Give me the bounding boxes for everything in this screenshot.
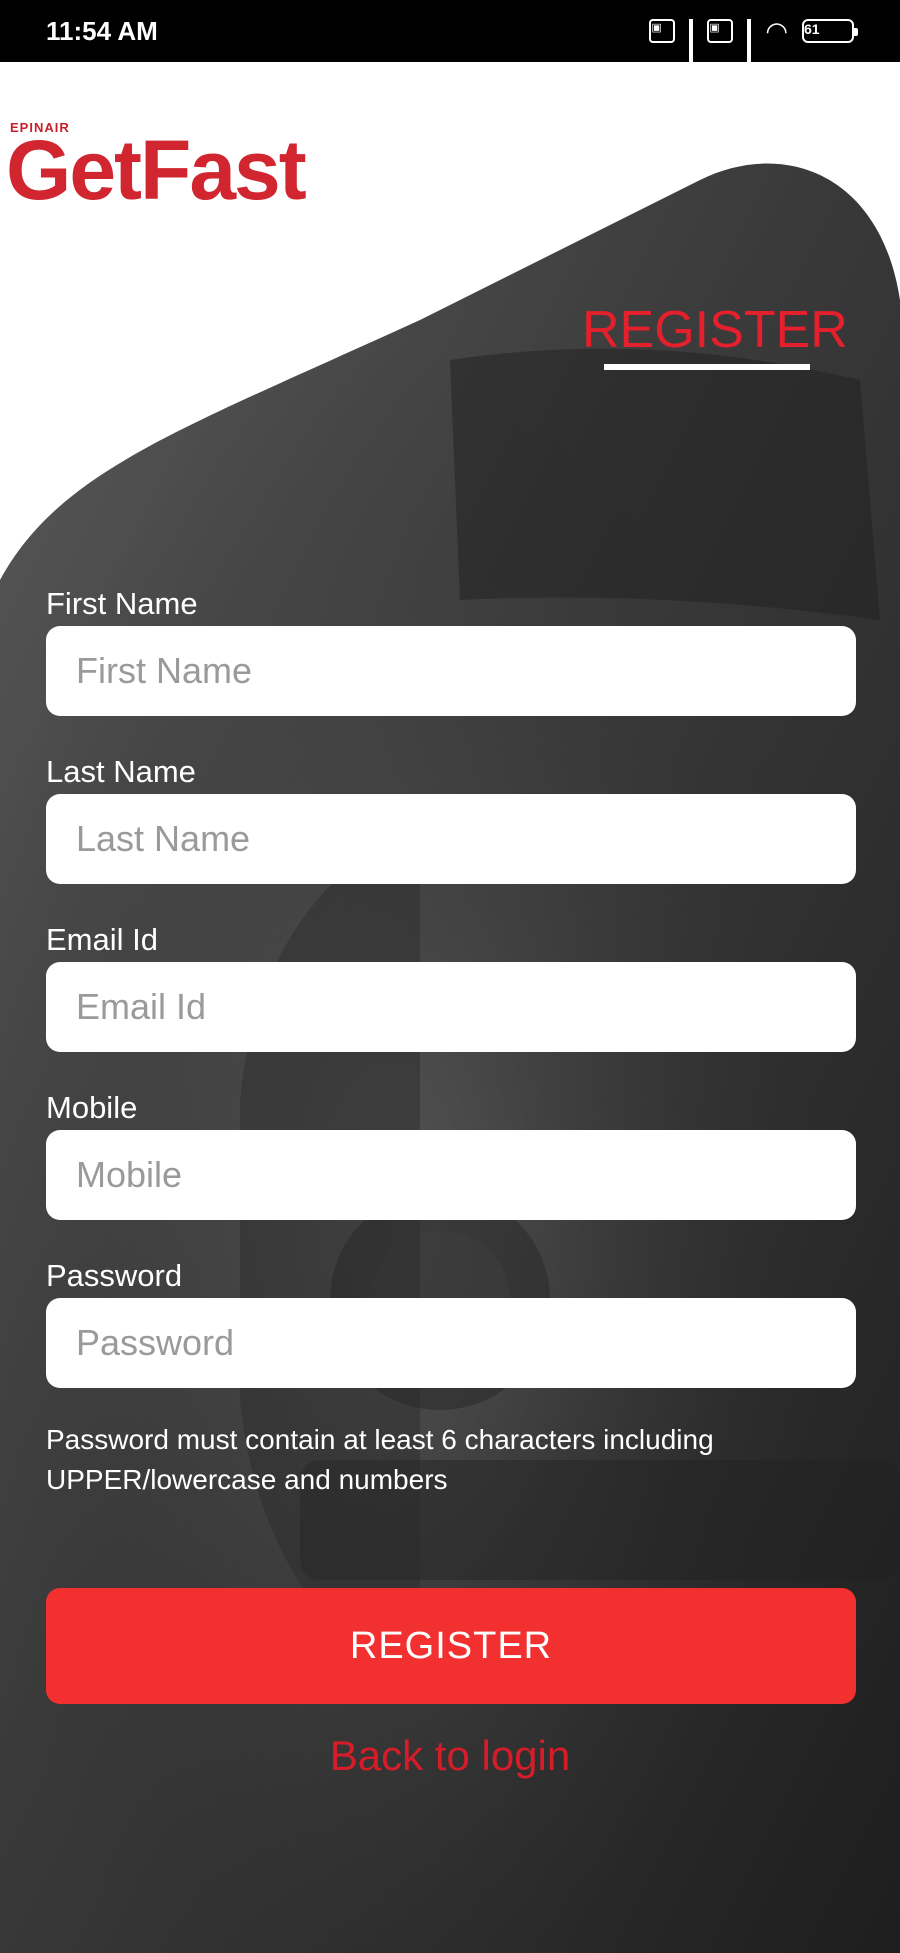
- password-input[interactable]: [46, 1298, 856, 1388]
- back-to-login-link[interactable]: Back to login: [0, 1732, 900, 1780]
- brand-logo: GetFast: [6, 123, 307, 217]
- status-time: 11:54 AM: [46, 15, 158, 46]
- battery-icon: 61: [802, 19, 858, 43]
- status-bar: 11:54 AM ▣ ▣ ◠ 61: [0, 0, 900, 74]
- signal-icon: [689, 19, 694, 74]
- last-name-input[interactable]: [46, 794, 856, 884]
- mobile-label: Mobile: [46, 1090, 138, 1125]
- first-name-label: First Name: [46, 586, 198, 621]
- sim-icon: ▣: [649, 19, 676, 43]
- password-hint: Password must contain at least 6 charact…: [46, 1424, 714, 1495]
- mobile-input[interactable]: [46, 1130, 856, 1220]
- tab-register[interactable]: REGISTER: [582, 300, 848, 360]
- email-label: Email Id: [46, 922, 158, 957]
- email-input[interactable]: [46, 962, 856, 1052]
- password-label: Password: [46, 1258, 183, 1293]
- battery-level: 61: [804, 21, 820, 37]
- wifi-icon: ◠: [765, 15, 788, 46]
- signal2-icon: [747, 19, 752, 74]
- sim2-icon: ▣: [707, 19, 734, 43]
- register-button[interactable]: REGISTER: [46, 1588, 856, 1704]
- first-name-input[interactable]: [46, 626, 856, 716]
- last-name-label: Last Name: [46, 754, 196, 789]
- status-icons: ▣ ▣ ◠ 61: [649, 15, 858, 74]
- tab-indicator: [604, 364, 810, 370]
